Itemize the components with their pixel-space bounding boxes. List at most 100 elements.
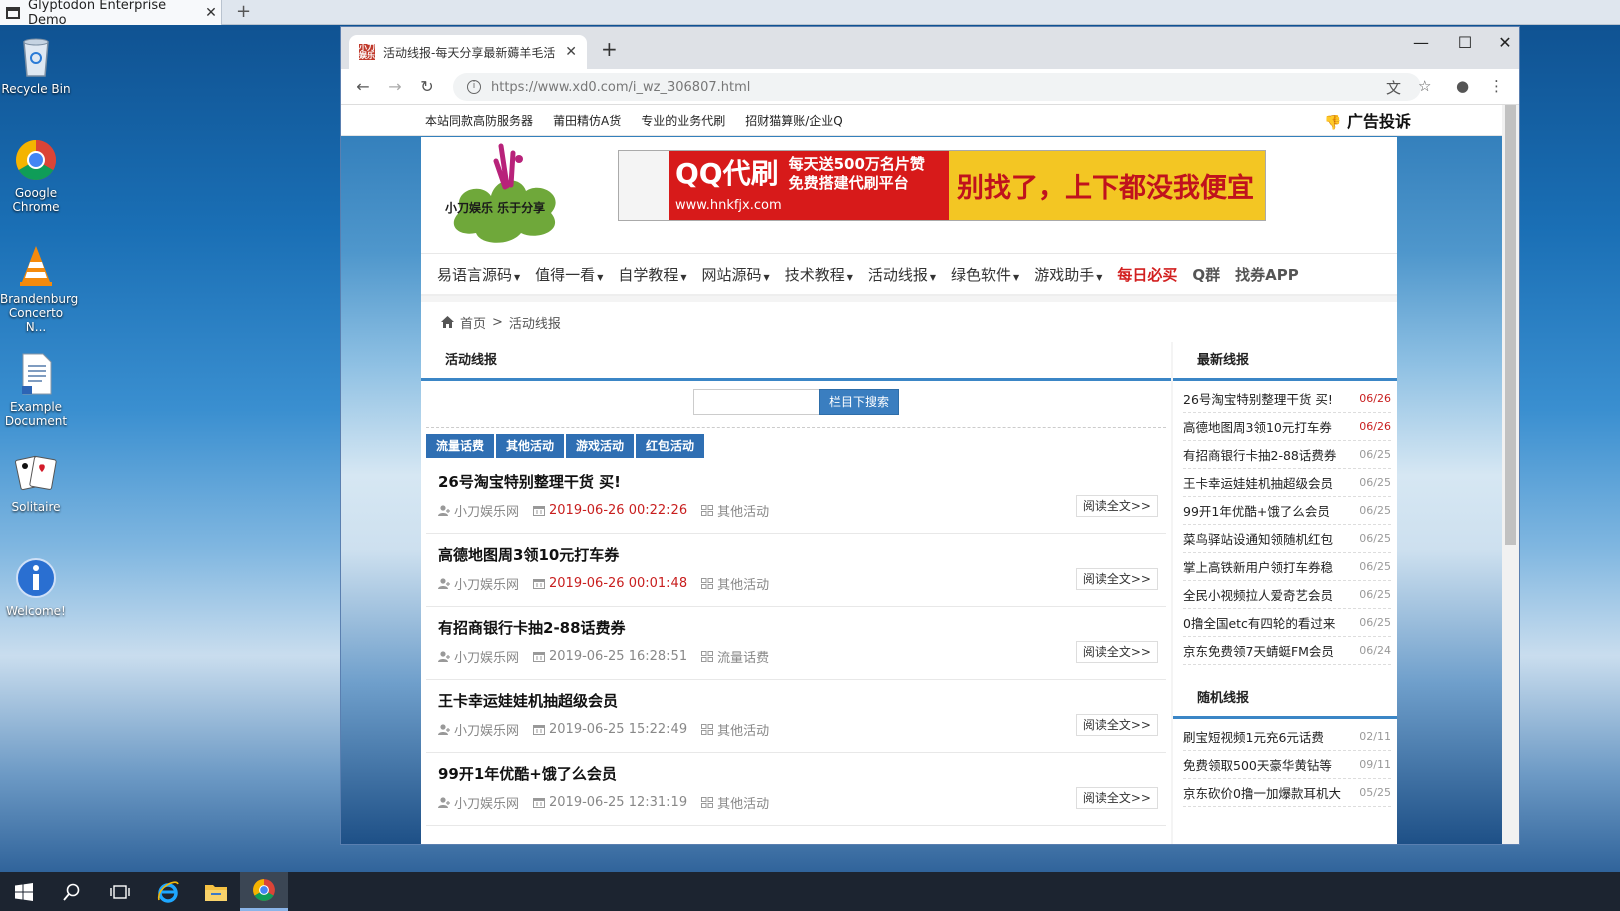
profile-avatar-icon[interactable]: ●	[1456, 77, 1469, 95]
latest-list-item[interactable]: 王卡幸运娃娃机抽超级会员 06/25	[1183, 469, 1391, 497]
nav-item[interactable]: 易语言源码 ▼	[437, 264, 520, 285]
breadcrumb-current[interactable]: 活动线报	[509, 313, 561, 332]
nav-item-daily-buy[interactable]: 每日必买	[1117, 264, 1177, 285]
latest-item-title[interactable]: 菜鸟驿站设通知领随机红包	[1183, 529, 1333, 548]
minimize-icon[interactable]: —	[1401, 33, 1441, 52]
desktop-icon-example-document[interactable]: Example Document	[0, 352, 72, 428]
desktop-icon-google-chrome[interactable]: Google Chrome	[0, 138, 72, 214]
address-bar[interactable]: i https://www.xd0.com/i_wz_306807.html	[453, 73, 1421, 101]
random-item-title[interactable]: 京东砍价0撸一加爆款耳机大	[1183, 783, 1341, 802]
latest-item-title[interactable]: 高德地图周3领10元打车券	[1183, 417, 1332, 436]
bookmark-star-icon[interactable]: ☆	[1418, 77, 1431, 95]
translate-icon[interactable]: 文	[1386, 77, 1401, 98]
ad-banner[interactable]: QQ代刷 每天送500万名片赞 免费搭建代刷平台 www.hnkfjx.com …	[618, 150, 1266, 221]
random-list-item[interactable]: 免费领取500天豪华黄钻等 09/11	[1183, 751, 1391, 779]
latest-item-title[interactable]: 掌上高铁新用户领打车券稳	[1183, 557, 1333, 576]
latest-item-title[interactable]: 0撸全国etc有四轮的看过来	[1183, 613, 1335, 632]
article-category[interactable]: 其他活动	[717, 574, 769, 593]
nav-item-qq-group[interactable]: Q群	[1192, 264, 1220, 285]
top-link[interactable]: 莆田精仿A货	[553, 112, 621, 129]
window-close-icon[interactable]: ✕	[1477, 33, 1519, 52]
article-title[interactable]: 王卡幸运娃娃机抽超级会员	[438, 690, 618, 711]
chrome-menu-icon[interactable]: ⋮	[1489, 77, 1504, 95]
new-tab-icon[interactable]: +	[601, 37, 618, 61]
site-logo[interactable]: 小刀娱乐 乐于分享	[441, 141, 577, 249]
reload-icon[interactable]: ↻	[411, 77, 443, 96]
article-title[interactable]: 26号淘宝特别整理干货 买!	[438, 471, 621, 492]
page-scrollbar[interactable]	[1502, 105, 1519, 844]
random-item-title[interactable]: 免费领取500天豪华黄钻等	[1183, 755, 1332, 774]
latest-list-item[interactable]: 有招商银行卡抽2-88话费券 06/25	[1183, 441, 1391, 469]
close-icon[interactable]: ✕	[201, 5, 221, 21]
task-view-icon[interactable]	[96, 872, 144, 911]
nav-item[interactable]: 技术教程 ▼	[785, 264, 853, 285]
search-input[interactable]	[693, 389, 819, 415]
latest-list-item[interactable]: 99开1年优酷+饿了么会员 06/25	[1183, 497, 1391, 525]
desktop-icon-welcome[interactable]: Welcome!	[0, 556, 72, 618]
nav-item[interactable]: 活动线报 ▼	[868, 264, 936, 285]
article-category[interactable]: 流量话费	[717, 647, 769, 666]
latest-list-item[interactable]: 全民小视频拉人爱奇艺会员 06/25	[1183, 581, 1391, 609]
top-link[interactable]: 本站同款高防服务器	[425, 112, 533, 129]
article-title[interactable]: 高德地图周3领10元打车券	[438, 544, 619, 565]
desktop-icon-vlc[interactable]: Brandenburg Concerto N...	[0, 244, 78, 334]
article-author[interactable]: 小刀娱乐网	[454, 720, 519, 739]
latest-item-title[interactable]: 有招商银行卡抽2-88话费券	[1183, 445, 1336, 464]
article-category[interactable]: 其他活动	[717, 793, 769, 812]
latest-item-title[interactable]: 26号淘宝特别整理干货 买!	[1183, 389, 1333, 408]
latest-item-title[interactable]: 全民小视频拉人爱奇艺会员	[1183, 585, 1333, 604]
random-list-item[interactable]: 刷宝短视频1元充6元话费 02/11	[1183, 723, 1391, 751]
site-info-icon[interactable]: i	[467, 80, 481, 94]
latest-list-item[interactable]: 高德地图周3领10元打车券 06/26	[1183, 413, 1391, 441]
article-title[interactable]: 有招商银行卡抽2-88话费券	[438, 617, 626, 638]
article-category[interactable]: 其他活动	[717, 720, 769, 739]
latest-item-title[interactable]: 99开1年优酷+饿了么会员	[1183, 501, 1330, 520]
search-icon[interactable]	[48, 872, 96, 911]
read-more-button[interactable]: 阅读全文>>	[1075, 787, 1158, 809]
latest-list-item[interactable]: 0撸全国etc有四轮的看过来 06/25	[1183, 609, 1391, 637]
browser-tab[interactable]: 小刀娱乐 活动线报-每天分享最新薅羊毛活 ✕	[349, 35, 587, 69]
ad-complaint-link[interactable]: 👎 广告投诉	[1324, 108, 1411, 132]
forward-icon[interactable]: →	[379, 77, 411, 96]
latest-list-item[interactable]: 掌上高铁新用户领打车券稳 06/25	[1183, 553, 1391, 581]
category-tab[interactable]: 流量话费	[426, 434, 495, 458]
scrollbar-thumb[interactable]	[1505, 105, 1516, 545]
internet-explorer-icon[interactable]	[144, 872, 192, 911]
article-title[interactable]: 99开1年优酷+饿了么会员	[438, 763, 617, 784]
latest-item-title[interactable]: 京东免费领7天蜻蜓FM会员	[1183, 641, 1334, 660]
article-author[interactable]: 小刀娱乐网	[454, 793, 519, 812]
nav-item[interactable]: 游戏助手 ▼	[1034, 264, 1102, 285]
read-more-button[interactable]: 阅读全文>>	[1075, 495, 1158, 517]
latest-list-item[interactable]: 26号淘宝特别整理干货 买! 06/26	[1183, 385, 1391, 413]
vm-tab[interactable]: Glyptodon Enterprise Demo ✕	[0, 0, 222, 28]
search-button[interactable]: 栏目下搜索	[819, 389, 899, 415]
desktop-icon-solitaire[interactable]: Solitaire	[0, 452, 72, 514]
latest-item-title[interactable]: 王卡幸运娃娃机抽超级会员	[1183, 473, 1333, 492]
nav-item[interactable]: 值得一看 ▼	[535, 264, 603, 285]
desktop-icon-recycle-bin[interactable]: Recycle Bin	[0, 34, 72, 96]
nav-item[interactable]: 绿色软件 ▼	[951, 264, 1019, 285]
article-author[interactable]: 小刀娱乐网	[454, 647, 519, 666]
nav-item[interactable]: 网站源码 ▼	[702, 264, 770, 285]
new-tab-icon[interactable]: +	[236, 1, 251, 22]
random-item-title[interactable]: 刷宝短视频1元充6元话费	[1183, 727, 1324, 746]
latest-list-item[interactable]: 京东免费领7天蜻蜓FM会员 06/24	[1183, 637, 1391, 665]
article-category[interactable]: 其他活动	[717, 501, 769, 520]
nav-item-coupon-app[interactable]: 找券APP	[1235, 264, 1299, 285]
read-more-button[interactable]: 阅读全文>>	[1075, 714, 1158, 736]
file-explorer-icon[interactable]	[192, 872, 240, 911]
latest-list-item[interactable]: 菜鸟驿站设通知领随机红包 06/25	[1183, 525, 1391, 553]
article-author[interactable]: 小刀娱乐网	[454, 574, 519, 593]
top-link[interactable]: 招财猫算账/企业Q	[745, 112, 843, 129]
tab-close-icon[interactable]: ✕	[565, 44, 577, 60]
top-link[interactable]: 专业的业务代刷	[641, 112, 725, 129]
category-tab[interactable]: 游戏活动	[566, 434, 635, 458]
article-author[interactable]: 小刀娱乐网	[454, 501, 519, 520]
nav-item[interactable]: 自学教程 ▼	[618, 264, 686, 285]
back-icon[interactable]: ←	[347, 77, 379, 96]
random-list-item[interactable]: 京东砍价0撸一加爆款耳机大 05/25	[1183, 779, 1391, 807]
chrome-taskbar-icon[interactable]	[240, 872, 288, 911]
category-tab[interactable]: 其他活动	[496, 434, 565, 458]
start-button-icon[interactable]	[0, 872, 48, 911]
breadcrumb-home[interactable]: 首页	[460, 313, 486, 332]
